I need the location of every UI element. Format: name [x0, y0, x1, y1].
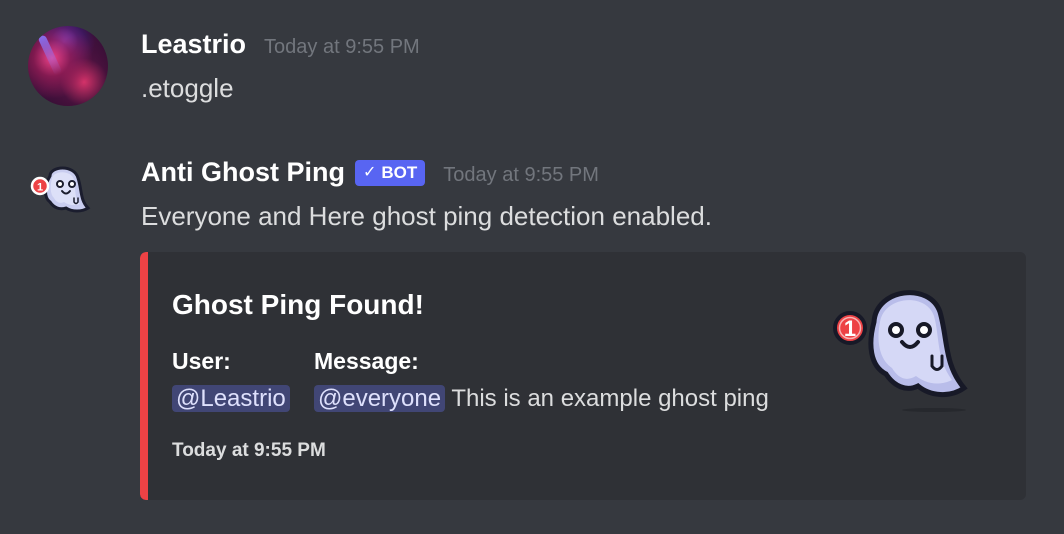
verified-check-icon: ✓: [362, 164, 377, 181]
embed-footer-timestamp: Today at 9:55 PM: [172, 440, 326, 461]
username[interactable]: Anti Ghost Ping: [141, 154, 345, 190]
field-value: @Leastrio: [172, 382, 290, 416]
user-avatar[interactable]: [28, 26, 108, 106]
message-header: Leastrio Today at 9:55 PM: [141, 26, 420, 62]
ghost-icon[interactable]: 1: [30, 164, 94, 220]
field-value: @everyone This is an example ghost ping: [314, 382, 769, 416]
bot-tag: ✓ BOT: [354, 160, 426, 186]
message-content: Everyone and Here ghost ping detection e…: [141, 201, 712, 231]
message-header: Anti Ghost Ping ✓ BOT Today at 9:55 PM: [141, 154, 599, 190]
message-content: .etoggle: [141, 73, 234, 103]
thumbnail-badge-count: 1: [844, 316, 856, 341]
everyone-mention[interactable]: @everyone: [314, 385, 446, 412]
embed-title: Ghost Ping Found!: [172, 289, 424, 320]
embed-accent-bar: [140, 252, 148, 500]
timestamp[interactable]: Today at 9:55 PM: [443, 157, 599, 193]
embed-field-user: User: @Leastrio: [172, 346, 290, 416]
embed-field-message: Message: @everyone This is an example gh…: [314, 346, 769, 416]
bot-tag-label: BOT: [381, 163, 418, 182]
message-text: This is an example ghost ping: [451, 385, 769, 412]
ghost-icon[interactable]: 1: [832, 282, 1000, 414]
embed: Ghost Ping Found! User: @Leastrio Messag…: [140, 252, 1026, 500]
avatar-badge-count: 1: [37, 182, 43, 194]
field-name: User:: [172, 348, 231, 374]
timestamp[interactable]: Today at 9:55 PM: [264, 29, 420, 65]
field-name: Message:: [314, 348, 419, 374]
user-mention[interactable]: @Leastrio: [172, 385, 290, 412]
username[interactable]: Leastrio: [141, 26, 246, 62]
